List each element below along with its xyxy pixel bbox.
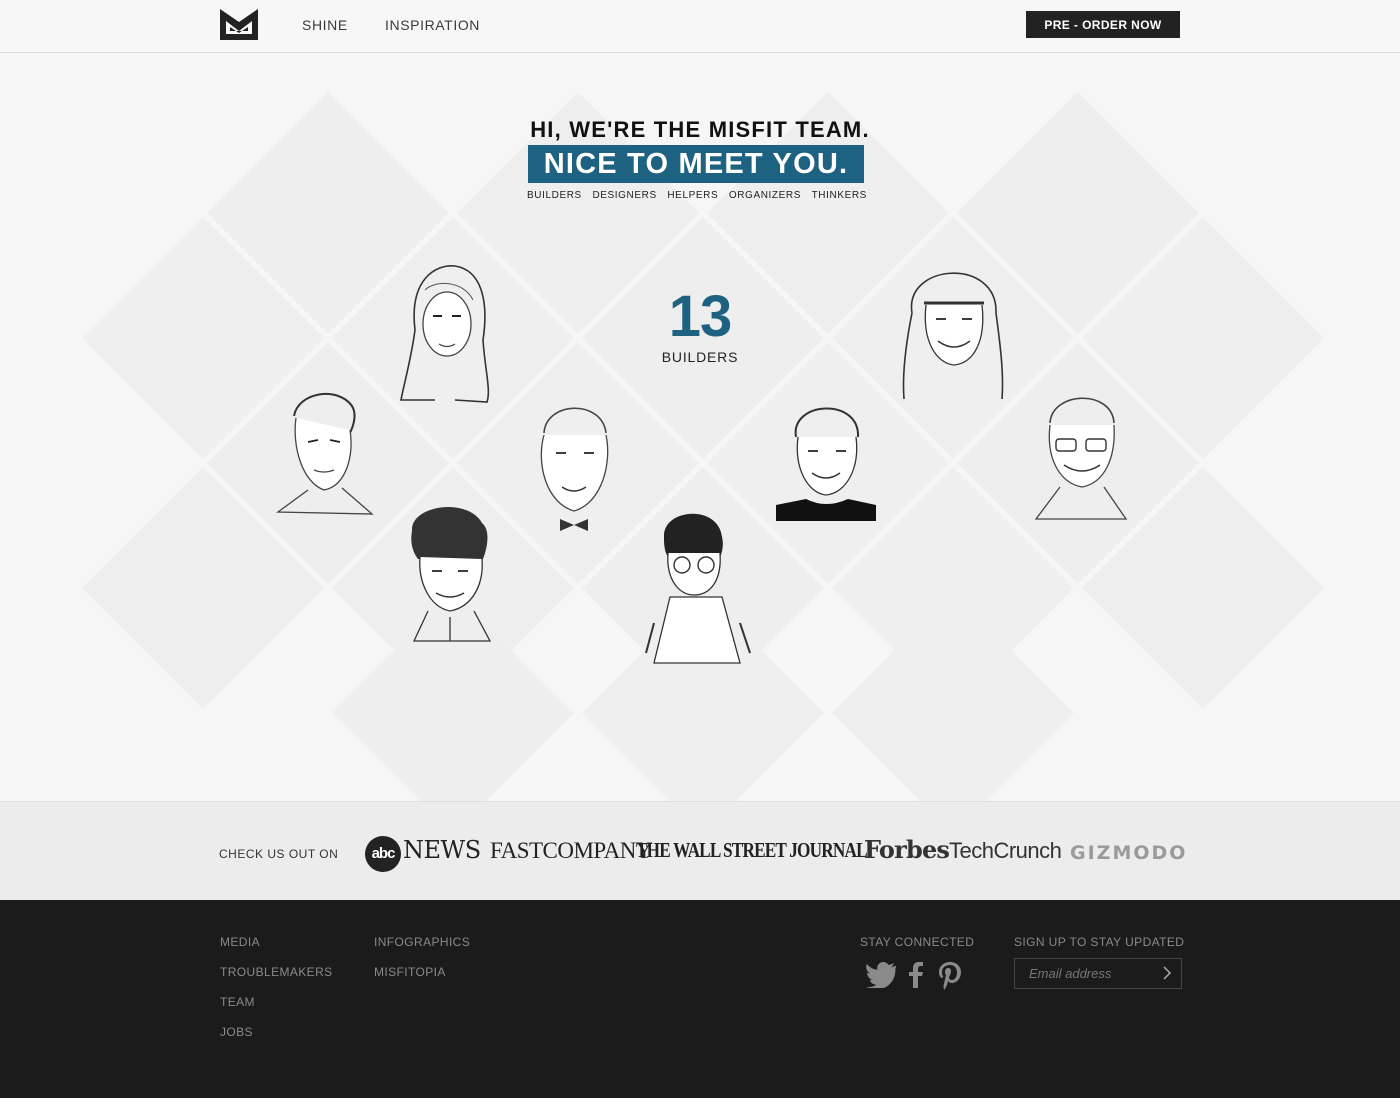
chevron-right-icon[interactable] [1159,965,1175,981]
signup-heading: SIGN UP TO STAY UPDATED [1014,935,1185,949]
twitter-icon[interactable] [866,962,898,988]
caricature-man-wavy-hair-icon[interactable] [268,386,376,522]
stay-connected-heading: STAY CONNECTED [860,935,975,949]
caricature-man-bowtie-icon[interactable] [510,393,638,535]
footer-link-infographics[interactable]: INFOGRAPHICS [374,935,470,949]
email-signup-form [1014,958,1182,989]
role-thinkers: THINKERS [811,190,867,201]
team-hero: HI, WE'RE THE MISFIT TEAM. NICE TO MEET … [0,53,1400,801]
nav-link-inspiration[interactable]: INSPIRATION [385,17,480,33]
footer-link-jobs[interactable]: JOBS [220,1025,253,1039]
intro-heading: HI, WE'RE THE MISFIT TEAM. [530,117,870,142]
footer-link-media[interactable]: MEDIA [220,935,260,949]
role-helpers: HELPERS [667,190,719,201]
caricature-boy-glasses-icon[interactable] [640,503,760,665]
role-list: BUILDERS DESIGNERS HELPERS ORGANIZERS TH… [527,190,867,201]
nav-link-shine[interactable]: SHINE [302,17,348,33]
gizmodo-logo[interactable]: GIZMODO [1070,842,1187,864]
caricature-woman-short-hair-icon[interactable] [776,393,878,521]
caricature-woman-bangs-icon[interactable] [898,253,1010,403]
email-input[interactable] [1015,959,1151,988]
abc-news-logo[interactable]: NEWS [403,836,481,864]
pinterest-icon[interactable] [938,962,962,990]
headline-banner: NICE TO MEET YOU. [528,145,864,183]
abc-news-logo-mark[interactable]: abc [365,836,401,872]
misfit-logo-icon[interactable] [220,9,258,40]
role-designers: DESIGNERS [592,190,657,201]
wall-street-journal-logo[interactable]: THE WALL STREET JOURNAL. [636,838,871,863]
press-label: CHECK US OUT ON [219,847,339,861]
builder-count: 13 [668,284,733,349]
footer-link-troublemakers[interactable]: TROUBLEMAKERS [220,965,333,979]
site-header: SHINE INSPIRATION PRE - ORDER NOW [0,0,1400,53]
forbes-logo[interactable]: Forbes [864,835,950,864]
site-footer: MEDIA TROUBLEMAKERS TEAM JOBS INFOGRAPHI… [0,900,1400,1098]
caricature-woman-long-hair-icon[interactable] [395,260,495,406]
techcrunch-logo[interactable]: TechCrunch [949,838,1062,864]
pre-order-button[interactable]: PRE - ORDER NOW [1026,11,1180,38]
caricature-man-pompadour-icon[interactable] [406,501,502,647]
press-strip: CHECK US OUT ON abc NEWS FASTCOMPANY THE… [0,801,1400,901]
fastcompany-logo[interactable]: FASTCOMPANY [490,838,652,864]
role-builders: BUILDERS [527,190,582,201]
footer-link-misfitopia[interactable]: MISFITOPIA [374,965,446,979]
builder-count-label: BUILDERS [661,349,739,365]
facebook-icon[interactable] [908,962,924,988]
caricature-man-glasses-icon[interactable] [1030,387,1130,523]
footer-link-team[interactable]: TEAM [220,995,255,1009]
role-organizers: ORGANIZERS [728,190,801,201]
